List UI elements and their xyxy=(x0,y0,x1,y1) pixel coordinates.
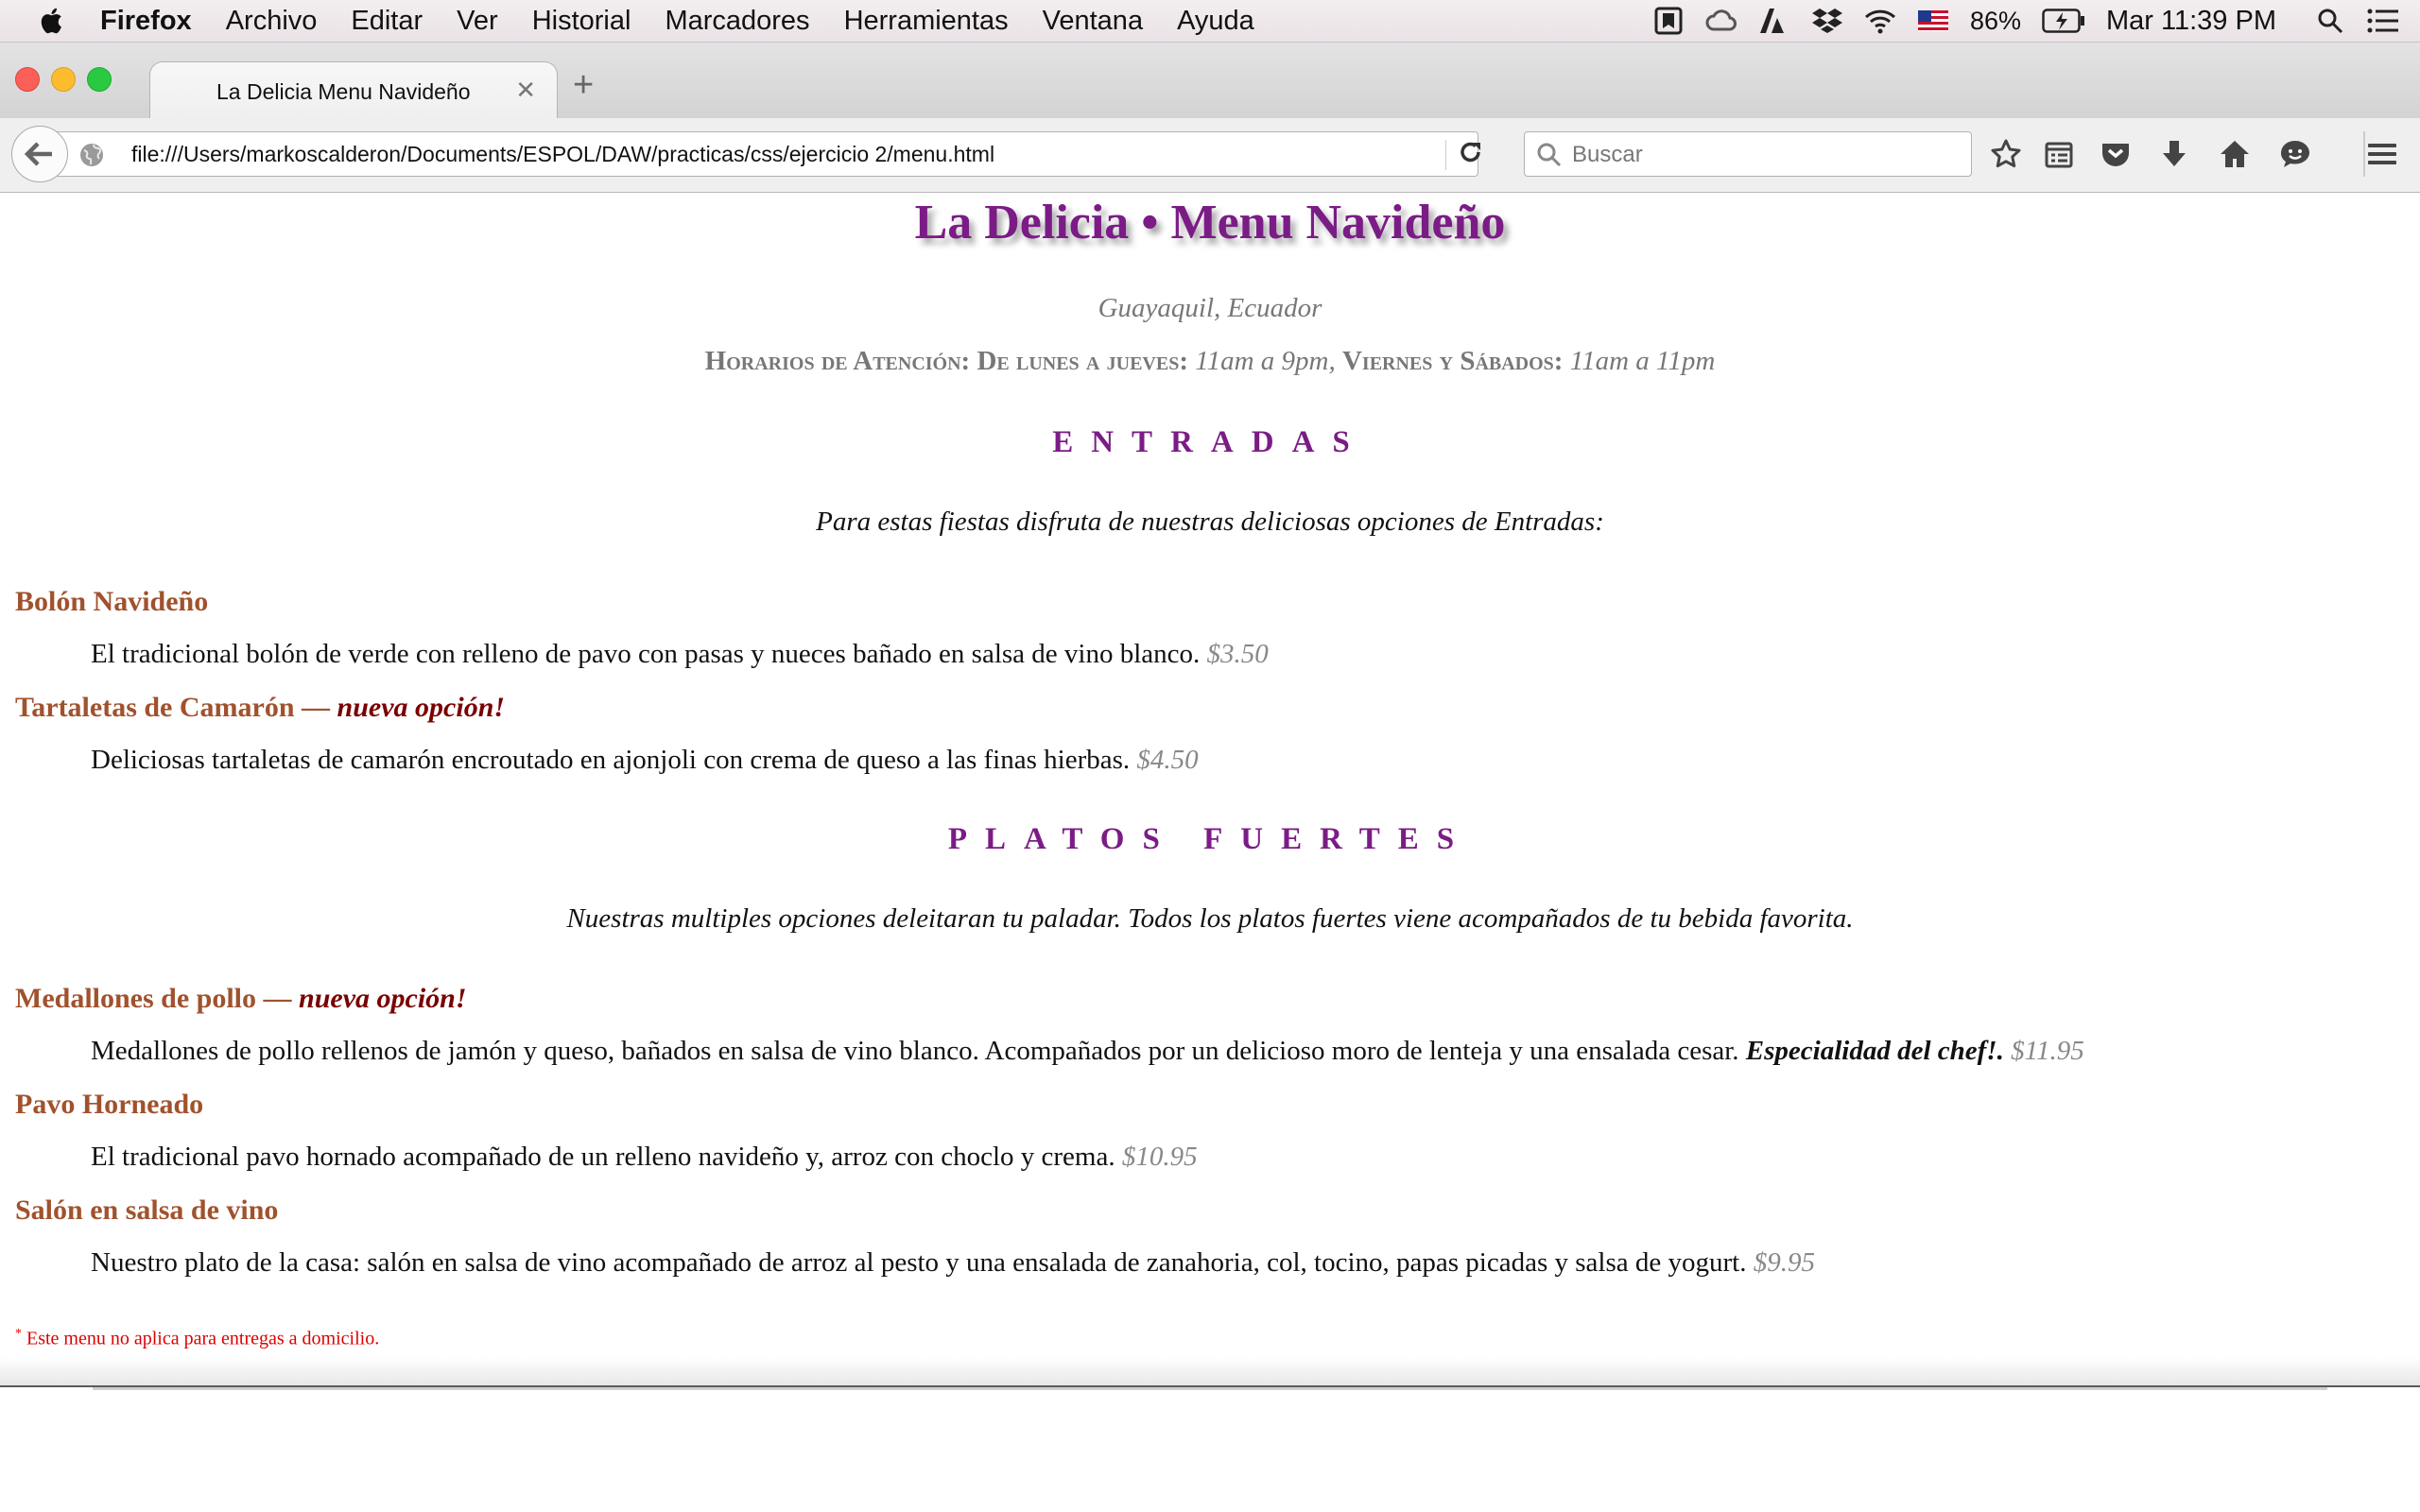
dish-description-text: Deliciosas tartaletas de camarón encrout… xyxy=(91,745,1131,775)
hamburger-menu-icon[interactable] xyxy=(2365,137,2399,171)
bookmarks-list-icon[interactable] xyxy=(2042,137,2076,171)
section-intro-entradas: Para estas fiestas disfruta de nuestras … xyxy=(816,507,1604,537)
dish-price: $9.95 xyxy=(1753,1247,1815,1278)
close-window-button[interactable] xyxy=(15,67,40,92)
dish-description-text: El tradicional bolón de verde con rellen… xyxy=(91,639,1201,669)
battery-charging-icon[interactable] xyxy=(2042,6,2085,36)
new-option-badge: nueva opción! xyxy=(337,692,506,723)
menu-herramientas[interactable]: Herramientas xyxy=(844,6,1009,37)
footnote-mark: * xyxy=(15,1327,22,1341)
search-placeholder[interactable]: Buscar xyxy=(1572,142,1643,168)
dish-title: Pavo Horneado xyxy=(15,1089,204,1120)
search-icon xyxy=(1537,143,1562,167)
back-button[interactable] xyxy=(11,126,68,182)
hours-time-weekdays: 11am a 9pm, xyxy=(1195,346,1336,376)
bookmark-star-icon[interactable] xyxy=(1989,137,2023,171)
tab-active[interactable]: La Delicia Menu Navideño ✕ xyxy=(149,61,558,121)
section-intro-platos-fuertes: Nuestras multiples opciones deleitaran t… xyxy=(566,903,1854,934)
dish-description: Deliciosas tartaletas de camarón encrout… xyxy=(91,745,1199,776)
arrow-left-icon xyxy=(25,142,52,166)
tab-strip: La Delicia Menu Navideño ✕ + xyxy=(0,43,2420,121)
section-heading-platos-fuertes: PLATOS FUERTES xyxy=(947,822,1473,856)
dish-price: $11.95 xyxy=(2011,1036,2084,1066)
tab-title: La Delicia Menu Navideño xyxy=(216,79,471,104)
battery-percent[interactable]: 86% xyxy=(1970,7,2021,36)
notification-center-icon[interactable] xyxy=(2367,6,2399,36)
dish-description-text: Medallones de pollo rellenos de jamón y … xyxy=(91,1036,1739,1066)
navigation-toolbar: file:///Users/markoscalderon/Documents/E… xyxy=(0,118,2420,193)
menu-ayuda[interactable]: Ayuda xyxy=(1177,6,1254,37)
menu-firefox[interactable]: Firefox xyxy=(100,6,192,37)
clock[interactable]: Mar 11:39 PM xyxy=(2106,6,2276,37)
window-bottom-shadow xyxy=(93,1387,2327,1390)
dropbox-icon[interactable] xyxy=(1811,6,1843,36)
menu-ver[interactable]: Ver xyxy=(457,6,498,37)
section-heading-entradas: ENTRADAS xyxy=(1052,425,1368,459)
download-icon[interactable] xyxy=(2157,137,2191,171)
dish-description: Nuestro plato de la casa: salón en salsa… xyxy=(91,1247,1815,1279)
location-text: Guayaquil, Ecuador xyxy=(1098,293,1322,323)
pocket-icon[interactable] xyxy=(2099,137,2133,171)
hours-time-weekend: 11am a 11pm xyxy=(1569,346,1716,376)
menu-editar[interactable]: Editar xyxy=(351,6,423,37)
spotlight-search-icon[interactable] xyxy=(2314,6,2346,36)
zoom-window-button[interactable] xyxy=(87,67,112,92)
dish-description: El tradicional bolón de verde con rellen… xyxy=(91,639,1269,670)
content-bottom-shadow xyxy=(0,1357,2420,1387)
dish-title: Bolón Navideño xyxy=(15,586,209,617)
footnote-text: Este menu no aplica para entregas a domi… xyxy=(26,1328,380,1349)
tab-close-icon[interactable]: ✕ xyxy=(515,76,536,105)
new-tab-button[interactable]: + xyxy=(573,67,594,103)
dish-name: Salón en salsa de vino xyxy=(15,1194,278,1227)
wifi-icon[interactable] xyxy=(1864,6,1896,36)
dish-price: $3.50 xyxy=(1206,639,1269,669)
apple-icon[interactable] xyxy=(38,5,68,37)
dish-title: Tartaletas de Camarón — xyxy=(15,692,331,723)
dish-description: Medallones de pollo rellenos de jamón y … xyxy=(91,1036,2084,1067)
creative-cloud-icon[interactable] xyxy=(1705,6,1737,36)
menu-historial[interactable]: Historial xyxy=(532,6,631,37)
page-content: La Delicia • Menu Navideño Guayaquil, Ec… xyxy=(0,193,2420,1387)
chef-special-label: Especialidad del chef!. xyxy=(1745,1036,2004,1066)
opening-hours: Horarios de Atención: De lunes a jueves:… xyxy=(0,346,2420,377)
menu-bar: Firefox Archivo Editar Ver Historial Mar… xyxy=(0,0,2420,43)
dish-description: El tradicional pavo hornado acompañado d… xyxy=(91,1142,1198,1173)
dish-description-text: El tradicional pavo hornado acompañado d… xyxy=(91,1142,1115,1172)
page-title: La Delicia • Menu Navideño xyxy=(914,196,1506,249)
hours-label-weekend: Viernes y Sábados: xyxy=(1341,346,1564,376)
menu-ventana[interactable]: Ventana xyxy=(1043,6,1143,37)
hello-chat-icon[interactable] xyxy=(2278,137,2312,171)
reload-icon[interactable] xyxy=(1457,140,1485,168)
hours-label-weekdays: Horarios de Atención: De lunes a jueves: xyxy=(704,346,1188,376)
minimize-window-button[interactable] xyxy=(51,67,76,92)
footnote: * Este menu no aplica para entregas a do… xyxy=(15,1327,379,1350)
dish-price: $4.50 xyxy=(1136,745,1199,775)
url-text[interactable]: file:///Users/markoscalderon/Documents/E… xyxy=(131,142,994,167)
dish-name: Tartaletas de Camarón — nueva opción! xyxy=(15,692,505,724)
search-bar[interactable]: Buscar xyxy=(1524,131,1972,177)
globe-icon xyxy=(80,144,103,166)
dish-title: Salón en salsa de vino xyxy=(15,1194,279,1226)
menu-archivo[interactable]: Archivo xyxy=(226,6,318,37)
bookmark-app-icon[interactable] xyxy=(1652,6,1685,36)
dish-name: Medallones de pollo — nueva opción! xyxy=(15,983,467,1015)
url-separator xyxy=(1445,140,1446,170)
url-bar[interactable]: file:///Users/markoscalderon/Documents/E… xyxy=(51,131,1480,177)
new-option-badge: nueva opción! xyxy=(299,983,467,1014)
flag-us-icon[interactable] xyxy=(1917,6,1949,36)
dish-name: Bolón Navideño xyxy=(15,586,208,618)
dish-description-text: Nuestro plato de la casa: salón en salsa… xyxy=(91,1247,1747,1278)
adobe-icon[interactable] xyxy=(1758,6,1790,36)
dish-price: $10.95 xyxy=(1121,1142,1198,1172)
dish-title: Medallones de pollo — xyxy=(15,983,292,1014)
home-icon[interactable] xyxy=(2218,137,2252,171)
menu-marcadores[interactable]: Marcadores xyxy=(665,6,809,37)
dish-name: Pavo Horneado xyxy=(15,1089,203,1121)
